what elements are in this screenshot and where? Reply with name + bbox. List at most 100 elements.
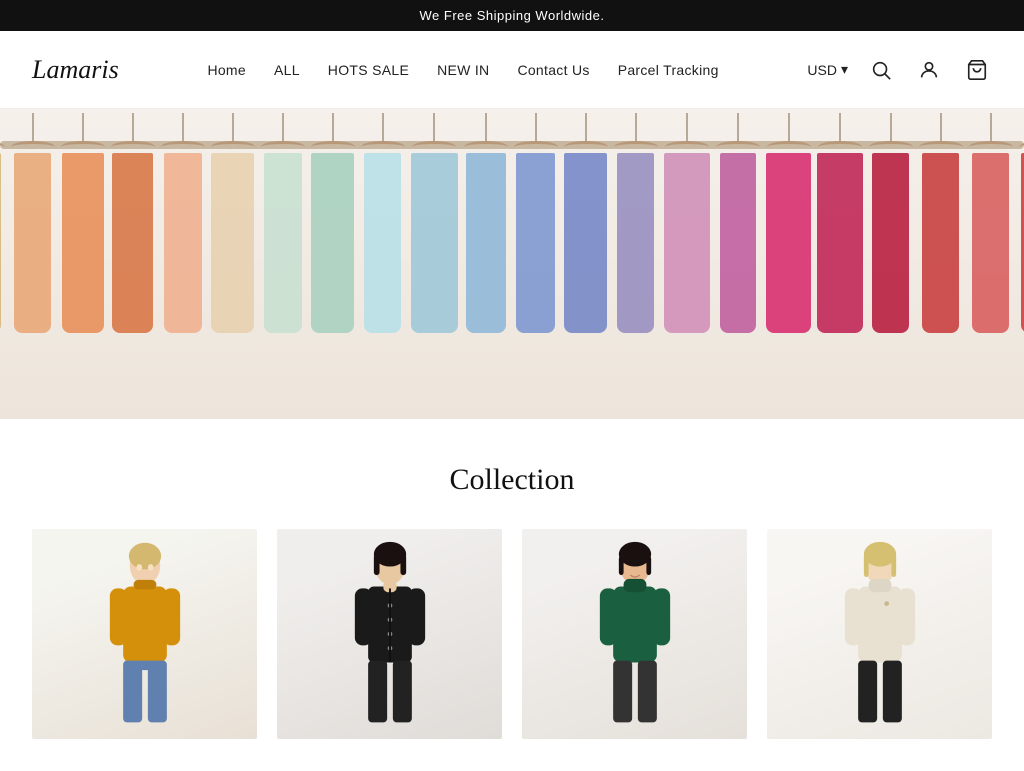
hangers-container (0, 109, 1024, 419)
product-image-2 (277, 529, 502, 739)
account-button[interactable] (914, 55, 944, 85)
hanger-shoulder (818, 141, 862, 153)
hanger-hook (890, 113, 892, 141)
hanger-shoulder (161, 141, 205, 153)
hanger-garment (364, 153, 401, 333)
hanger-garment (516, 153, 555, 333)
hanger-garment (264, 153, 302, 333)
header: Lamaris Home ALL HOTS SALE NEW IN Contac… (0, 31, 1024, 109)
hanger-hook (940, 113, 942, 141)
person-figure-green (590, 539, 680, 729)
hanger-item (969, 109, 1013, 333)
nav-contact-us[interactable]: Contact Us (517, 62, 589, 78)
hanger-item (361, 109, 405, 333)
nav-hots-sale[interactable]: HOTS SALE (328, 62, 409, 78)
hanger-item (261, 109, 305, 333)
product-visual-cream (767, 529, 992, 739)
person-figure-yellow (100, 539, 190, 729)
hanger-hook (635, 113, 637, 141)
person-figure-black (345, 539, 435, 729)
person-figure-cream (835, 539, 925, 729)
product-image-4 (767, 529, 992, 739)
hanger-shoulder (464, 141, 508, 153)
hanger-garment (0, 153, 1, 333)
rack-background (0, 109, 1024, 419)
hanger-hook (686, 113, 688, 141)
hanger-item (716, 109, 760, 333)
hanger-shoulder (0, 141, 5, 153)
currency-selector[interactable]: USD ▾ (807, 61, 848, 78)
hanger-garment (972, 153, 1009, 333)
hanger-item (61, 109, 105, 333)
hanger-shoulder (919, 141, 963, 153)
hanger-shoulder (869, 141, 913, 153)
hanger-shoulder (1019, 141, 1024, 153)
hanger-shoulder (514, 141, 558, 153)
hanger-item (411, 109, 458, 333)
hanger-garment (922, 153, 959, 333)
hanger-item (919, 109, 963, 333)
product-card-4[interactable] (767, 529, 992, 739)
hanger-hook (788, 113, 790, 141)
nav-parcel-tracking[interactable]: Parcel Tracking (618, 62, 719, 78)
hanger-garment (1021, 153, 1024, 333)
hanger-shoulder (564, 141, 608, 153)
hanger-shoulder (61, 141, 105, 153)
hanger-garment (817, 153, 862, 333)
hanger-shoulder (211, 141, 255, 153)
product-card-1[interactable] (32, 529, 257, 739)
nav-all[interactable]: ALL (274, 62, 300, 78)
product-visual-green (522, 529, 747, 739)
hanger-item (817, 109, 862, 333)
cart-button[interactable] (962, 55, 992, 85)
hanger-garment (766, 153, 811, 333)
product-image-3 (522, 529, 747, 739)
currency-chevron-icon: ▾ (841, 61, 848, 78)
currency-label: USD (807, 62, 837, 78)
hanger-shoulder (767, 141, 811, 153)
hanger-hook (382, 113, 384, 141)
hanger-garment (617, 153, 654, 333)
main-nav: Home ALL HOTS SALE NEW IN Contact Us Par… (119, 62, 808, 78)
product-card-2[interactable] (277, 529, 502, 739)
product-card-3[interactable] (522, 529, 747, 739)
header-icons: USD ▾ (807, 55, 992, 85)
nav-home[interactable]: Home (207, 62, 246, 78)
hanger-item (564, 109, 608, 333)
hanger-shoulder (412, 141, 456, 153)
hanger-item (161, 109, 205, 333)
hanger-hook (282, 113, 284, 141)
hanger-garment (720, 153, 756, 333)
product-visual-yellow (32, 529, 257, 739)
hanger-shoulder (11, 141, 55, 153)
product-image-1 (32, 529, 257, 739)
hanger-shoulder (311, 141, 355, 153)
hanger-item (0, 109, 5, 333)
search-button[interactable] (866, 55, 896, 85)
hanger-item (614, 109, 658, 333)
hanger-item (311, 109, 355, 333)
hanger-shoulder (261, 141, 305, 153)
hanger-garment (564, 153, 607, 333)
collection-title: Collection (32, 463, 992, 497)
hanger-item (211, 109, 255, 333)
hanger-hook (585, 113, 587, 141)
hanger-garment (112, 153, 153, 333)
cart-icon (966, 59, 988, 81)
hanger-garment (62, 153, 104, 333)
hero-image (0, 109, 1024, 419)
hanger-hook (82, 113, 84, 141)
hanger-garment (311, 153, 354, 333)
hanger-hook (433, 113, 435, 141)
hanger-garment (466, 153, 506, 333)
hanger-item (464, 109, 508, 333)
hanger-item (111, 109, 155, 333)
hanger-hook (839, 113, 841, 141)
nav-new-in[interactable]: NEW IN (437, 62, 489, 78)
hanger-item (766, 109, 811, 333)
logo[interactable]: Lamaris (32, 55, 119, 85)
hanger-item (1019, 109, 1024, 333)
hanger-shoulder (111, 141, 155, 153)
hanger-shoulder (665, 141, 709, 153)
hanger-garment (411, 153, 458, 333)
